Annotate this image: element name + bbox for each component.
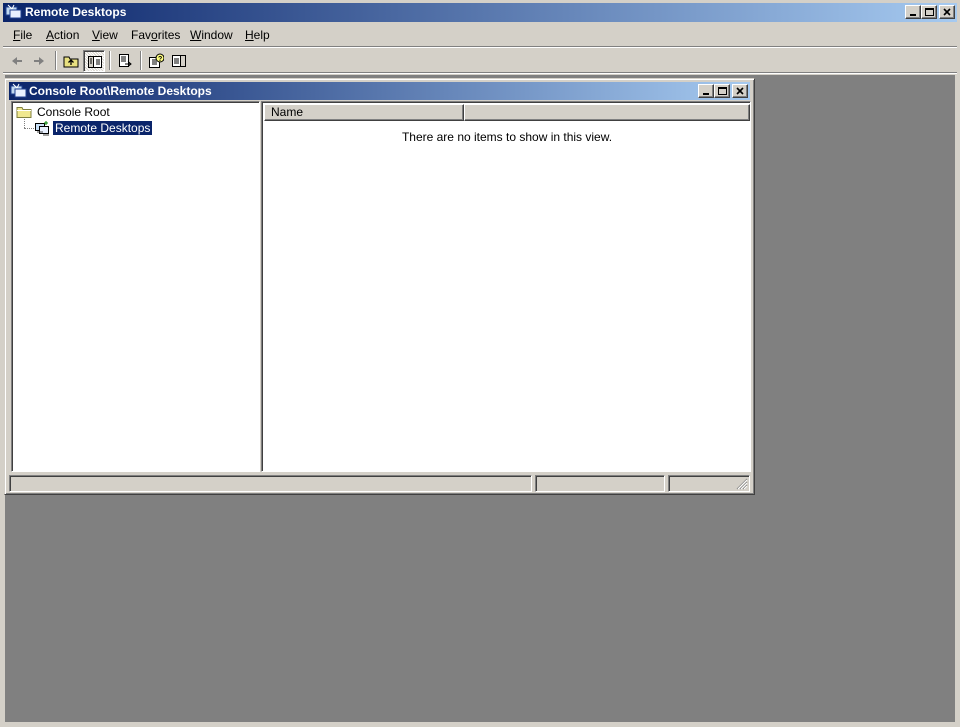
help-button[interactable]: ? [145,50,167,72]
maximize-button[interactable] [921,5,937,19]
menu-window-rest: indow [201,28,233,42]
console-tree-pane[interactable]: Console Root Remote Desktops [11,101,260,472]
tree-node-label: Console Root [37,105,110,119]
menu-help-accel: H [245,28,254,42]
menu-favorites-pre: Fav [131,28,152,42]
back-button[interactable] [6,50,28,72]
remote-desktops-icon [34,120,50,136]
folder-up-icon [63,56,79,68]
back-arrow-icon [12,57,22,65]
mmc-console-icon [10,83,27,99]
menu-help[interactable]: Help [245,28,270,42]
results-list-pane[interactable]: Name There are no items to show in this … [261,101,751,472]
tree-connector [24,119,25,128]
toolbar-separator [109,51,111,70]
menu-action-rest: ction [54,28,80,42]
maximize-icon [718,87,727,95]
menu-window-accel: W [190,28,202,42]
menu-window[interactable]: Window [190,28,233,42]
menu-file-rest: ile [20,28,33,42]
help-icon: ? [149,53,164,68]
tree-node-label: Remote Desktops [51,120,154,136]
console-tree-icon [88,56,102,68]
export-list-icon [119,54,132,67]
empty-list-message: There are no items to show in this view. [401,130,613,144]
up-one-level-button[interactable] [60,50,82,72]
toolbar: ? [3,48,957,72]
menu-view-accel: V [92,28,100,42]
tree-node-remote-desktops[interactable]: Remote Desktops [34,120,164,136]
menu-action-accel: A [46,28,55,42]
menu-view-rest: iew [99,28,118,42]
child-title: Console Root\Remote Desktops [29,84,212,98]
resize-grip-icon[interactable] [736,478,748,490]
close-button[interactable] [939,5,955,19]
status-panel-main [9,475,532,492]
menu-view[interactable]: View [92,28,118,42]
tree-node-console-root[interactable]: Console Root [16,104,136,120]
svg-text:?: ? [158,56,162,63]
toolbar-separator [55,51,57,70]
tree-connector [24,128,34,129]
child-close-button[interactable] [732,84,748,98]
main-titlebar[interactable]: Remote Desktops [3,3,957,22]
main-title: Remote Desktops [25,5,127,19]
list-header: Name [264,104,750,121]
forward-arrow-icon [34,57,44,65]
forward-button[interactable] [28,50,50,72]
menu-help-rest: elp [253,28,270,42]
action-pane-icon [172,55,186,67]
child-maximize-button[interactable] [714,84,730,98]
child-titlebar[interactable]: Console Root\Remote Desktops [9,82,750,100]
column-header-name[interactable]: Name [264,104,464,121]
folder-icon [16,104,32,120]
minimize-button[interactable] [905,5,921,19]
status-bar [9,474,750,492]
menu-bar: File Action View Favorites Window Help [3,24,957,46]
main-window: Remote Desktops File Action View Favorit… [0,0,960,727]
show-hide-action-pane-button[interactable] [168,50,190,72]
close-icon [943,8,951,16]
menu-favorites[interactable]: Favorites [131,28,180,42]
mmc-console-icon [5,4,22,20]
menu-favorites-accel: o [151,28,158,42]
close-icon [736,87,744,95]
menu-file[interactable]: File [13,28,32,42]
menu-action[interactable]: Action [46,28,79,42]
minimize-icon [910,14,916,16]
child-minimize-button[interactable] [698,84,714,98]
minimize-icon [703,93,709,95]
show-hide-console-tree-button[interactable] [83,50,105,72]
export-list-button[interactable] [114,50,136,72]
toolbar-separator-line [3,72,957,74]
console-child-window: Console Root\Remote Desktops Console Roo… [4,78,755,495]
maximize-icon [925,8,934,16]
menu-favorites-rest: rites [157,28,181,42]
status-panel-2 [535,475,665,492]
toolbar-separator [140,51,142,70]
column-header-blank[interactable] [464,104,750,121]
